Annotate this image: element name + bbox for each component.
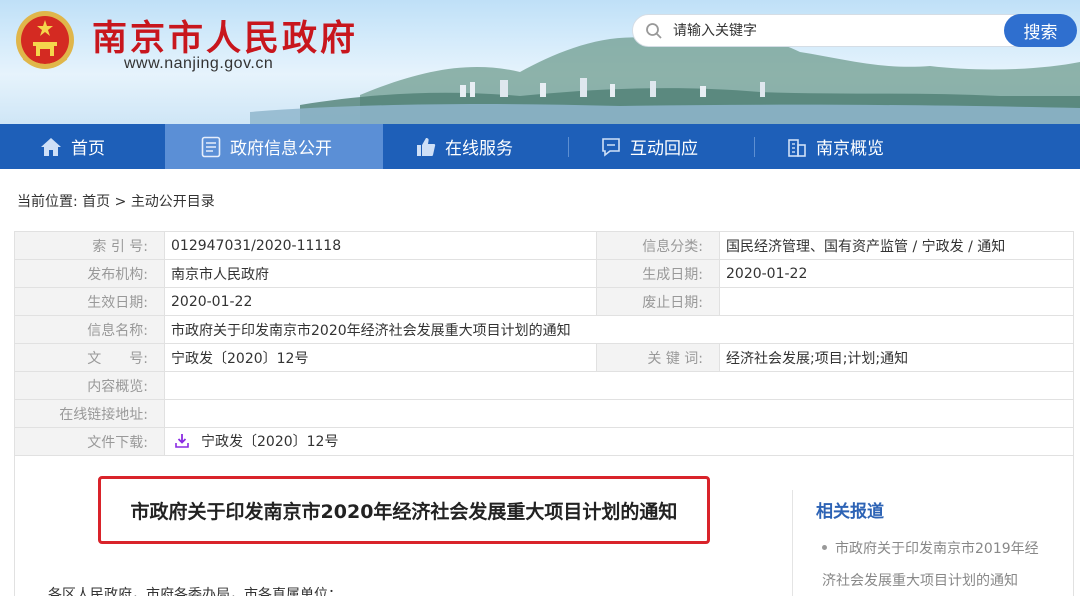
- index-no-value: 012947031/2020-11118: [164, 231, 597, 260]
- building-icon: [788, 138, 806, 157]
- site-url: www.nanjing.gov.cn: [124, 55, 274, 72]
- info-name-label: 信息名称:: [14, 315, 165, 344]
- publisher-label: 发布机构:: [14, 259, 165, 288]
- search-icon: [646, 23, 662, 39]
- table-row: 发布机构: 南京市人民政府 生成日期: 2020-01-22: [14, 259, 1074, 288]
- publisher-value: 南京市人民政府: [164, 259, 597, 288]
- created-date-value: 2020-01-22: [719, 259, 1074, 288]
- search-box: [632, 14, 1044, 47]
- table-row: 生效日期: 2020-01-22 废止日期:: [14, 287, 1074, 316]
- category-label: 信息分类:: [596, 231, 720, 260]
- nav-item-home[interactable]: 首页: [0, 124, 165, 169]
- nav-item-label: 政府信息公开: [230, 139, 332, 159]
- table-row: 索 引 号: 012947031/2020-11118 信息分类: 国民经济管理…: [14, 231, 1074, 260]
- main-nav: 首页 政府信息公开 在线服务 互动回应 南京概览: [0, 124, 1080, 169]
- document-meta-table: 索 引 号: 012947031/2020-11118 信息分类: 国民经济管理…: [14, 231, 1074, 456]
- effective-date-label: 生效日期:: [14, 287, 165, 316]
- site-title[interactable]: 南京市人民政府: [92, 10, 358, 61]
- search-input[interactable]: [673, 19, 993, 43]
- summary-label: 内容概览:: [14, 371, 165, 400]
- summary-value: [164, 371, 1074, 400]
- related-reports-title: 相关报道: [816, 502, 884, 522]
- document-icon: [201, 136, 221, 157]
- nav-item-label: 首页: [71, 139, 105, 159]
- search-button[interactable]: 搜索: [1004, 14, 1077, 47]
- nav-item-label: 南京概览: [816, 139, 884, 159]
- info-name-value: 市政府关于印发南京市2020年经济社会发展重大项目计划的通知: [164, 315, 1074, 344]
- document-body-lead: 各区人民政府，市府各委办局，市各直属单位：: [48, 587, 342, 596]
- expired-date-label: 废止日期:: [596, 287, 720, 316]
- table-row: 信息名称: 市政府关于印发南京市2020年经济社会发展重大项目计划的通知: [14, 315, 1074, 344]
- download-label: 文件下载:: [14, 427, 165, 456]
- table-row: 文 号: 宁政发〔2020〕12号 关 键 词: 经济社会发展;项目;计划;通知: [14, 343, 1074, 372]
- table-row: 在线链接地址:: [14, 399, 1074, 428]
- download-filename: 宁政发〔2020〕12号: [201, 433, 339, 450]
- keywords-label: 关 键 词:: [596, 343, 720, 372]
- nav-item-online-service[interactable]: 在线服务: [383, 124, 568, 169]
- national-emblem-logo: [16, 11, 74, 69]
- header-banner: 南京市人民政府 www.nanjing.gov.cn 搜索: [0, 0, 1080, 124]
- thumbs-up-icon: [417, 137, 436, 156]
- breadcrumb-prefix: 当前位置:: [17, 194, 78, 210]
- nav-item-interaction[interactable]: 互动回应: [569, 124, 754, 169]
- document-title: 市政府关于印发南京市2020年经济社会发展重大项目计划的通知: [98, 476, 710, 544]
- expired-date-value: [719, 287, 1074, 316]
- bullet-icon: [822, 544, 827, 550]
- doc-no-value: 宁政发〔2020〕12号: [164, 343, 597, 372]
- download-cell: 宁政发〔2020〕12号: [164, 427, 1074, 456]
- online-link-value: [164, 399, 1074, 428]
- table-row: 文件下载: 宁政发〔2020〕12号: [14, 427, 1074, 456]
- breadcrumb-current-link[interactable]: 主动公开目录: [131, 194, 215, 210]
- nav-item-gov-info[interactable]: 政府信息公开: [165, 124, 383, 169]
- effective-date-value: 2020-01-22: [164, 287, 597, 316]
- keywords-value: 经济社会发展;项目;计划;通知: [719, 343, 1074, 372]
- category-value: 国民经济管理、国有资产监管 / 宁政发 / 通知: [719, 231, 1074, 260]
- index-no-label: 索 引 号:: [14, 231, 165, 260]
- created-date-label: 生成日期:: [596, 259, 720, 288]
- online-link-label: 在线链接地址:: [14, 399, 165, 428]
- related-report-item[interactable]: 市政府关于印发南京市2019年经 济社会发展重大项目计划的通知: [822, 533, 1062, 596]
- download-icon: [175, 434, 189, 449]
- chat-icon: [602, 137, 620, 157]
- related-report-line2: 济社会发展重大项目计划的通知: [822, 573, 1018, 589]
- breadcrumb-home-link[interactable]: 首页: [82, 194, 110, 210]
- breadcrumb: 当前位置: 首页 > 主动公开目录: [17, 191, 215, 211]
- sidebar-divider: [792, 490, 793, 596]
- doc-no-label: 文 号:: [14, 343, 165, 372]
- download-link[interactable]: 宁政发〔2020〕12号: [171, 431, 338, 451]
- nav-item-label: 在线服务: [445, 139, 513, 159]
- nav-item-nanjing-overview[interactable]: 南京概览: [755, 124, 940, 169]
- breadcrumb-separator: >: [114, 194, 127, 210]
- table-row: 内容概览:: [14, 371, 1074, 400]
- related-report-line1: 市政府关于印发南京市2019年经: [835, 541, 1039, 557]
- nav-item-label: 互动回应: [630, 139, 698, 159]
- home-icon: [41, 137, 61, 156]
